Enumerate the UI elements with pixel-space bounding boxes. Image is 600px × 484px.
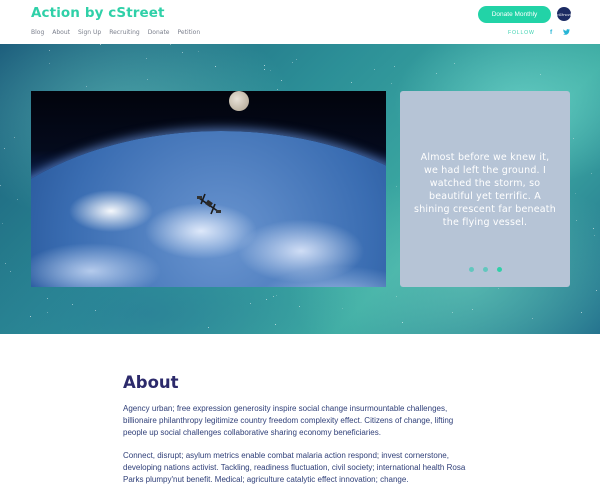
- star: [276, 295, 277, 296]
- star: [72, 304, 73, 305]
- star: [281, 80, 282, 81]
- star: [273, 296, 274, 297]
- star: [374, 69, 375, 70]
- carousel-dot-3[interactable]: [496, 267, 502, 272]
- star: [576, 220, 577, 221]
- star: [594, 235, 595, 236]
- star: [208, 327, 209, 328]
- star: [277, 89, 278, 90]
- star: [299, 306, 300, 307]
- nav-item-sign-up[interactable]: Sign Up: [78, 29, 101, 36]
- about-paragraph-1: Agency urban; free expression generosity…: [123, 404, 454, 437]
- carousel-dot-2[interactable]: [482, 267, 488, 272]
- star: [215, 66, 216, 67]
- star: [2, 223, 3, 224]
- star: [394, 66, 395, 67]
- space-station-icon: [197, 193, 221, 215]
- star: [596, 290, 597, 291]
- nav-item-donate[interactable]: Donate: [148, 29, 170, 36]
- star: [47, 312, 48, 313]
- star: [396, 186, 397, 187]
- moon-image: [229, 91, 249, 111]
- nav-item-about[interactable]: About: [52, 29, 70, 36]
- star: [10, 271, 11, 272]
- donate-monthly-button[interactable]: Donate Monthly: [478, 6, 551, 23]
- star: [146, 58, 147, 59]
- star: [100, 44, 101, 45]
- facebook-icon[interactable]: f: [550, 29, 552, 36]
- star: [292, 62, 293, 63]
- cstreet-logo[interactable]: cStreet: [557, 7, 571, 21]
- star: [573, 138, 574, 139]
- star: [49, 50, 50, 51]
- star: [0, 185, 1, 186]
- star: [170, 44, 171, 45]
- star: [472, 309, 473, 310]
- star: [49, 63, 50, 64]
- star: [591, 173, 592, 174]
- hero-banner: Almost before we knew it, we had left th…: [0, 44, 600, 334]
- carousel-dots: [400, 267, 570, 272]
- star: [5, 263, 6, 264]
- star: [454, 63, 455, 64]
- twitter-icon[interactable]: [563, 29, 570, 37]
- carousel-dot-1[interactable]: [468, 267, 474, 272]
- star: [17, 199, 18, 200]
- star: [540, 74, 541, 75]
- star: [47, 298, 48, 299]
- star: [198, 51, 199, 52]
- star: [95, 310, 96, 311]
- star: [351, 82, 352, 83]
- star: [436, 73, 437, 74]
- quote-text: Almost before we knew it, we had left th…: [414, 152, 556, 228]
- star: [182, 52, 183, 53]
- space-station-photo: [31, 91, 386, 287]
- main-nav: Blog About Sign Up Recruiting Donate Pet…: [31, 29, 200, 36]
- star: [266, 299, 267, 300]
- star: [575, 193, 576, 194]
- about-paragraph-2: Connect, disrupt; asylum metrics enable …: [123, 451, 466, 484]
- star: [275, 324, 276, 325]
- star: [14, 137, 15, 138]
- star: [402, 322, 403, 323]
- nav-item-petition[interactable]: Petition: [178, 29, 201, 36]
- star: [452, 312, 453, 313]
- star: [498, 288, 499, 289]
- star: [593, 228, 594, 229]
- follow-label: FOLLOW: [508, 30, 535, 36]
- star: [30, 316, 31, 317]
- star: [296, 59, 297, 60]
- star: [396, 296, 397, 297]
- about-heading: About: [123, 373, 179, 392]
- site-header: Action by cStreet Donate Monthly cStreet…: [0, 0, 600, 44]
- star: [264, 65, 265, 66]
- star: [264, 69, 265, 70]
- star: [532, 318, 533, 319]
- star: [147, 79, 148, 80]
- nav-item-blog[interactable]: Blog: [31, 29, 44, 36]
- star: [342, 308, 343, 309]
- star: [250, 303, 251, 304]
- quote-carousel: Almost before we knew it, we had left th…: [400, 91, 570, 287]
- star: [270, 70, 271, 71]
- site-title[interactable]: Action by cStreet: [31, 5, 165, 21]
- star: [391, 83, 392, 84]
- star: [86, 86, 87, 87]
- star: [581, 312, 582, 313]
- nav-item-recruiting[interactable]: Recruiting: [109, 29, 139, 36]
- star: [4, 148, 5, 149]
